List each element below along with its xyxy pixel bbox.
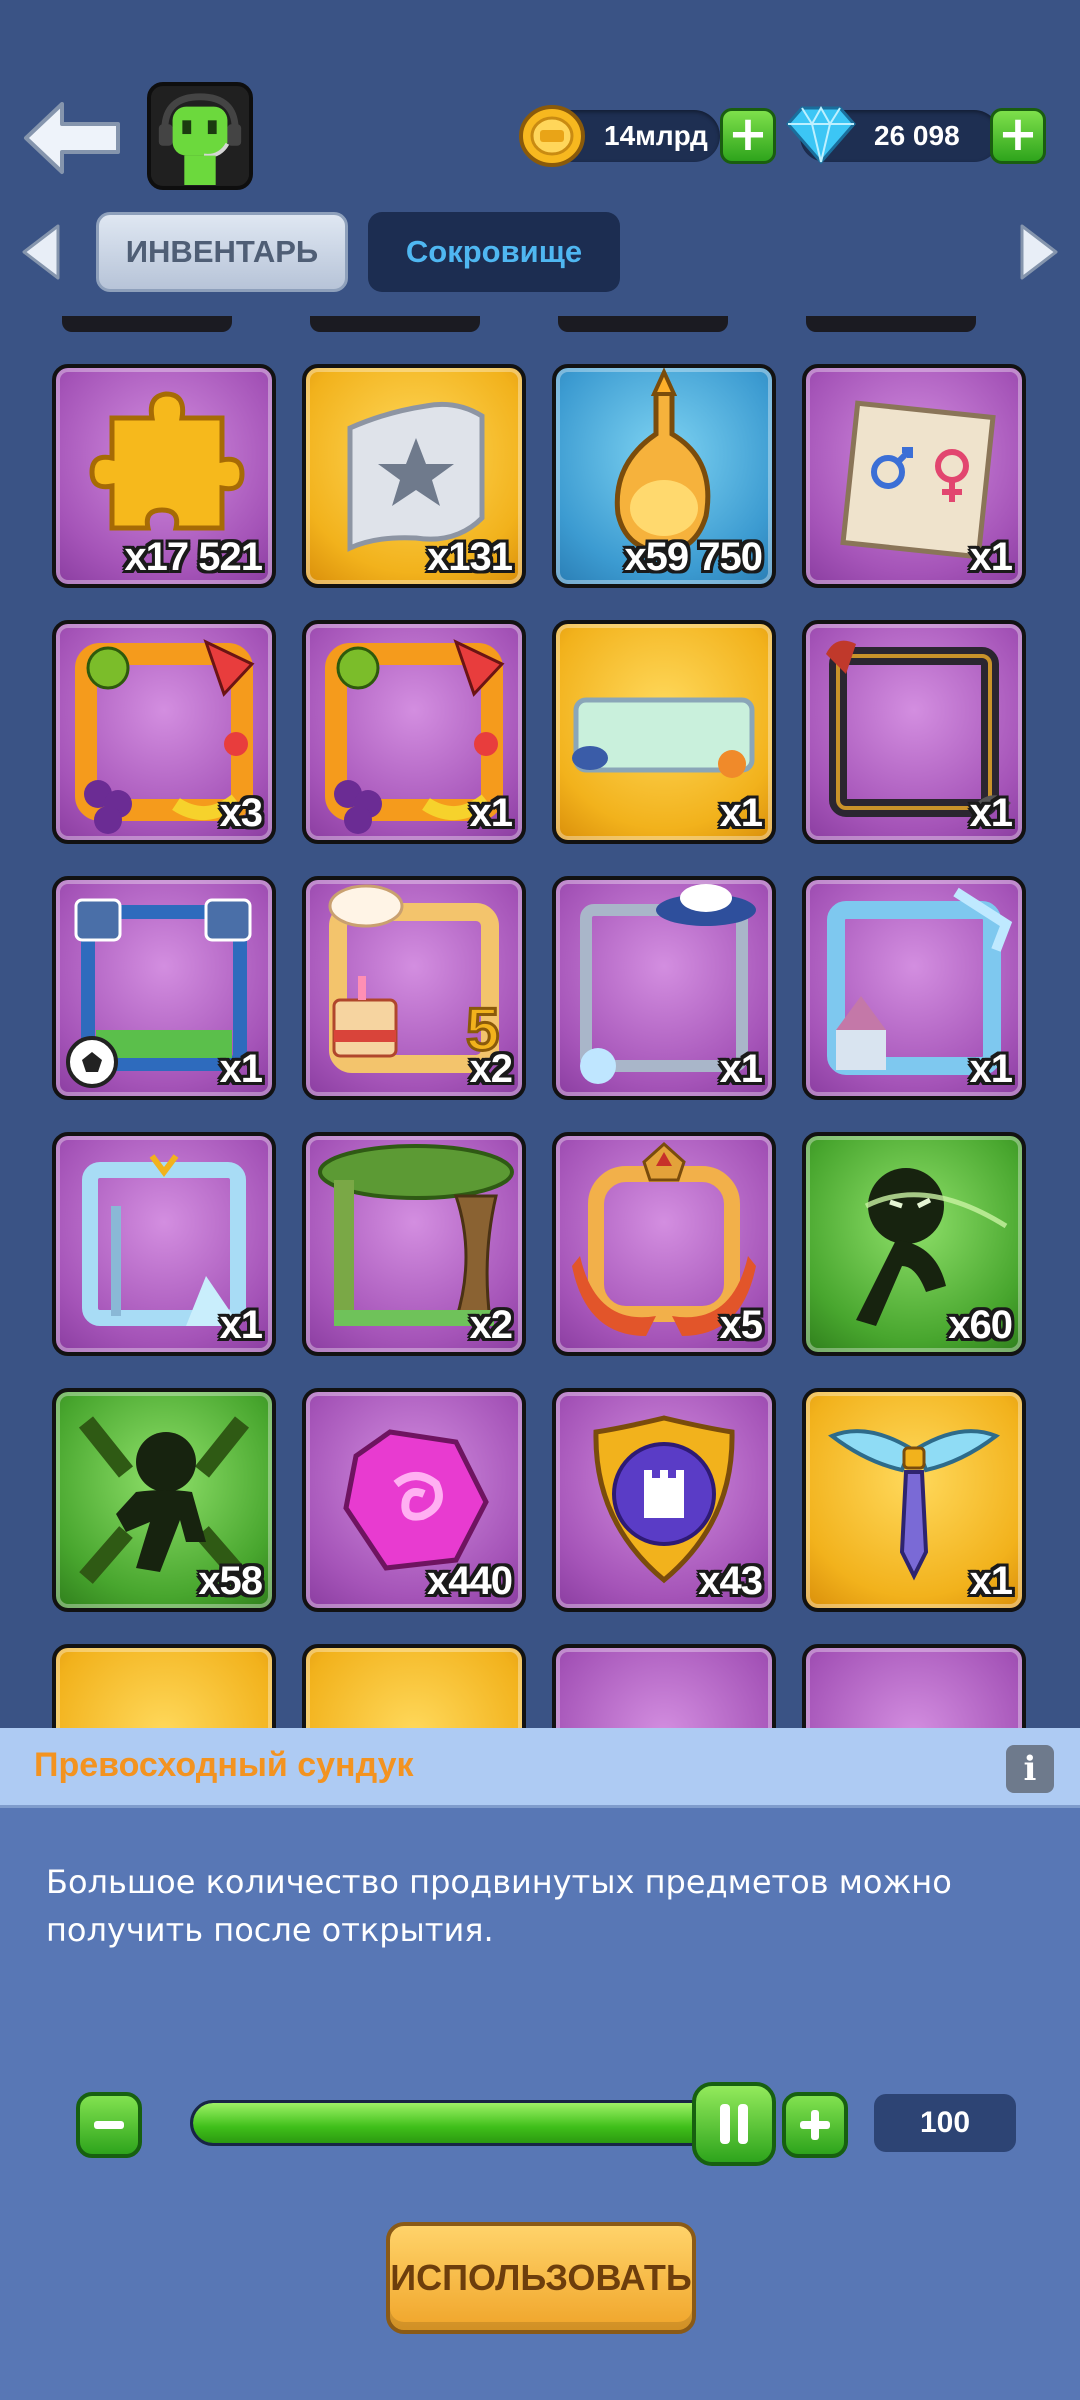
item-count: x1 bbox=[719, 791, 763, 835]
item-count: x1 bbox=[219, 1047, 263, 1091]
decrease-quantity-button[interactable] bbox=[76, 2092, 142, 2158]
item-slot[interactable]: x1 bbox=[552, 620, 776, 844]
item-count: x131 bbox=[427, 535, 513, 579]
plus-icon: + bbox=[727, 106, 769, 162]
add-gems-button[interactable]: + bbox=[990, 108, 1046, 164]
item-slot[interactable]: x1 bbox=[802, 364, 1026, 588]
increase-quantity-button[interactable] bbox=[782, 2092, 848, 2158]
gems-amount: 26 098 bbox=[874, 120, 960, 151]
item-count: x2 bbox=[469, 1303, 513, 1347]
item-slot[interactable]: x43 bbox=[552, 1388, 776, 1612]
back-arrow-icon[interactable] bbox=[22, 98, 122, 178]
item-slot[interactable]: x131 bbox=[302, 364, 526, 588]
use-button[interactable]: ИСПОЛЬЗОВАТЬ bbox=[386, 2222, 696, 2334]
quantity-field[interactable]: 100 bbox=[874, 2094, 1016, 2152]
gold-amount: 14млрд bbox=[604, 120, 708, 151]
item-count: x3 bbox=[219, 791, 263, 835]
add-gold-button[interactable]: + bbox=[720, 108, 776, 164]
tab-treasure[interactable]: Сокровище bbox=[368, 212, 620, 292]
item-count: x2 bbox=[469, 1047, 513, 1091]
slider-handle[interactable] bbox=[692, 2082, 776, 2166]
item-description: Большое количество продвинутых предметов… bbox=[46, 1863, 952, 1949]
gold-coin-icon bbox=[519, 105, 585, 167]
item-slot[interactable]: x60 bbox=[802, 1132, 1026, 1356]
item-count: x1 bbox=[219, 1303, 263, 1347]
item-count: x5 bbox=[719, 1303, 763, 1347]
item-count: x59 750 bbox=[624, 535, 763, 579]
top-bar: 14млрд + 26 098 + ИНВЕНТАРЬ Сокровище bbox=[0, 0, 1080, 292]
item-slot[interactable]: x1 bbox=[802, 876, 1026, 1100]
item-count: x43 bbox=[698, 1559, 763, 1603]
tab-inventory[interactable]: ИНВЕНТАРЬ bbox=[96, 212, 348, 292]
quantity-slider[interactable] bbox=[190, 2100, 730, 2146]
item-slot[interactable]: x1 bbox=[552, 876, 776, 1100]
item-count: x60 bbox=[948, 1303, 1013, 1347]
item-slot-partial[interactable] bbox=[802, 1644, 1026, 1728]
item-count: x1 bbox=[969, 791, 1013, 835]
item-count: x1 bbox=[969, 1047, 1013, 1091]
item-count: x440 bbox=[427, 1559, 513, 1603]
item-slot[interactable]: x1 bbox=[52, 876, 276, 1100]
item-slot[interactable]: x1 bbox=[802, 1388, 1026, 1612]
item-slot[interactable]: x58 bbox=[52, 1388, 276, 1612]
tab-left-arrow-icon[interactable] bbox=[20, 222, 62, 282]
item-count: x58 bbox=[198, 1559, 263, 1603]
item-slot[interactable]: x1 bbox=[302, 620, 526, 844]
item-slot[interactable]: x59 750 bbox=[552, 364, 776, 588]
item-count: x1 bbox=[469, 791, 513, 835]
item-slot[interactable]: x440 bbox=[302, 1388, 526, 1612]
item-count: x1 bbox=[719, 1047, 763, 1091]
item-slot-partial[interactable] bbox=[52, 1644, 276, 1728]
item-slot-partial[interactable] bbox=[302, 1644, 526, 1728]
inventory-grid[interactable]: x17 521 x131 x59 750 x1 x3 x1 x1 x1 x1 5… bbox=[0, 316, 1080, 1728]
item-slot-partial[interactable] bbox=[552, 1644, 776, 1728]
item-count: x1 bbox=[969, 535, 1013, 579]
item-slot[interactable]: 5 x2 bbox=[302, 876, 526, 1100]
diamond-icon bbox=[786, 105, 856, 165]
item-slot[interactable]: x5 bbox=[552, 1132, 776, 1356]
item-slot[interactable]: x2 bbox=[302, 1132, 526, 1356]
item-title: Превосходный сундук bbox=[34, 1746, 414, 1784]
slider-fill bbox=[193, 2103, 727, 2143]
item-count: x17 521 bbox=[124, 535, 263, 579]
item-count: x1 bbox=[969, 1559, 1013, 1603]
plus-icon: + bbox=[997, 106, 1039, 162]
avatar[interactable] bbox=[147, 82, 253, 190]
item-slot[interactable]: x1 bbox=[52, 1132, 276, 1356]
robot-headset-icon bbox=[151, 87, 249, 185]
partial-row-top bbox=[0, 316, 1080, 336]
info-button[interactable]: i bbox=[1006, 1745, 1054, 1793]
panel-header: Превосходный сундук i bbox=[0, 1728, 1080, 1808]
item-slot[interactable]: x1 bbox=[802, 620, 1026, 844]
item-slot[interactable]: x3 bbox=[52, 620, 276, 844]
item-slot[interactable]: x17 521 bbox=[52, 364, 276, 588]
tab-right-arrow-icon[interactable] bbox=[1018, 222, 1060, 282]
